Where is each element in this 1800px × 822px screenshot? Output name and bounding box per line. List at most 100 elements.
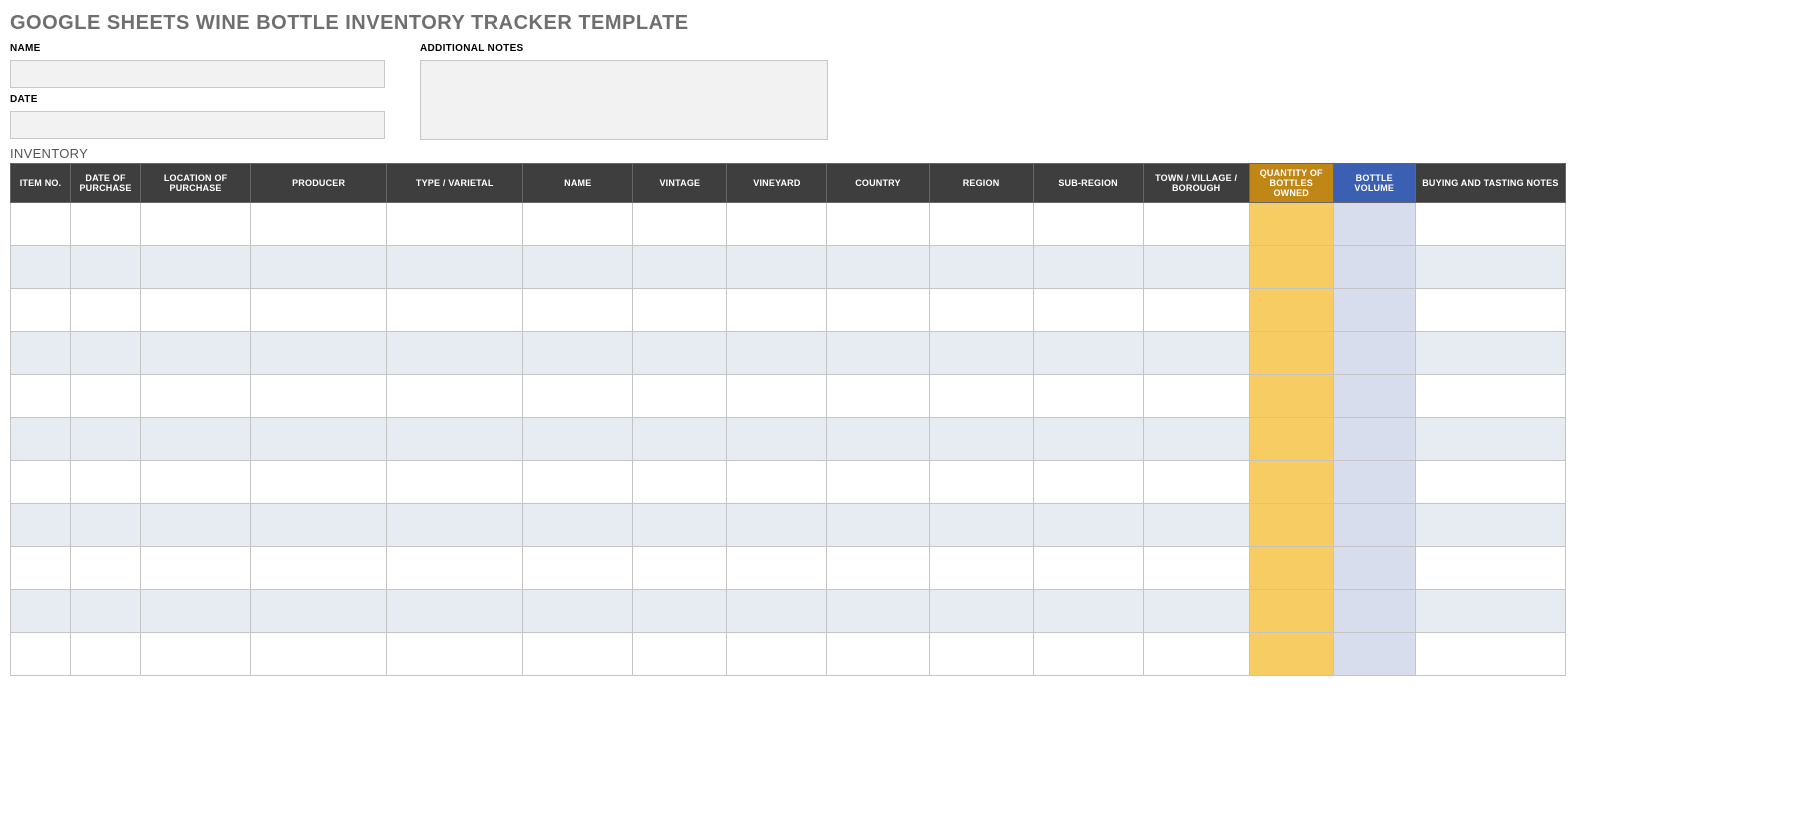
cell-type[interactable] [387, 633, 523, 676]
cell-name[interactable] [523, 590, 633, 633]
cell-item[interactable] [11, 246, 71, 289]
cell-town[interactable] [1143, 289, 1249, 332]
cell-viny[interactable] [727, 289, 827, 332]
cell-sreg[interactable] [1033, 633, 1143, 676]
cell-notes[interactable] [1415, 547, 1565, 590]
cell-loc[interactable] [141, 547, 251, 590]
cell-item[interactable] [11, 633, 71, 676]
cell-viny[interactable] [727, 332, 827, 375]
cell-notes[interactable] [1415, 418, 1565, 461]
cell-type[interactable] [387, 332, 523, 375]
cell-vol[interactable] [1333, 461, 1415, 504]
cell-item[interactable] [11, 332, 71, 375]
cell-ctry[interactable] [827, 504, 929, 547]
cell-vol[interactable] [1333, 547, 1415, 590]
cell-qty[interactable] [1249, 246, 1333, 289]
cell-vol[interactable] [1333, 504, 1415, 547]
cell-prod[interactable] [251, 418, 387, 461]
cell-vint[interactable] [633, 332, 727, 375]
cell-prod[interactable] [251, 504, 387, 547]
cell-vint[interactable] [633, 375, 727, 418]
cell-sreg[interactable] [1033, 332, 1143, 375]
cell-name[interactable] [523, 504, 633, 547]
cell-prod[interactable] [251, 375, 387, 418]
cell-dop[interactable] [71, 504, 141, 547]
cell-sreg[interactable] [1033, 504, 1143, 547]
cell-reg[interactable] [929, 547, 1033, 590]
cell-notes[interactable] [1415, 289, 1565, 332]
cell-vint[interactable] [633, 633, 727, 676]
cell-town[interactable] [1143, 633, 1249, 676]
cell-vol[interactable] [1333, 590, 1415, 633]
cell-sreg[interactable] [1033, 461, 1143, 504]
cell-sreg[interactable] [1033, 418, 1143, 461]
date-input[interactable] [10, 111, 385, 139]
cell-town[interactable] [1143, 332, 1249, 375]
cell-town[interactable] [1143, 547, 1249, 590]
cell-town[interactable] [1143, 246, 1249, 289]
cell-ctry[interactable] [827, 246, 929, 289]
cell-dop[interactable] [71, 590, 141, 633]
cell-viny[interactable] [727, 246, 827, 289]
cell-name[interactable] [523, 332, 633, 375]
cell-ctry[interactable] [827, 547, 929, 590]
cell-name[interactable] [523, 246, 633, 289]
cell-dop[interactable] [71, 332, 141, 375]
cell-dop[interactable] [71, 246, 141, 289]
cell-item[interactable] [11, 418, 71, 461]
cell-vint[interactable] [633, 547, 727, 590]
cell-ctry[interactable] [827, 633, 929, 676]
cell-town[interactable] [1143, 375, 1249, 418]
cell-ctry[interactable] [827, 590, 929, 633]
cell-vint[interactable] [633, 461, 727, 504]
cell-loc[interactable] [141, 375, 251, 418]
cell-loc[interactable] [141, 633, 251, 676]
cell-vol[interactable] [1333, 289, 1415, 332]
cell-loc[interactable] [141, 289, 251, 332]
cell-vint[interactable] [633, 246, 727, 289]
cell-qty[interactable] [1249, 547, 1333, 590]
cell-item[interactable] [11, 203, 71, 246]
cell-reg[interactable] [929, 461, 1033, 504]
cell-type[interactable] [387, 375, 523, 418]
cell-reg[interactable] [929, 203, 1033, 246]
cell-town[interactable] [1143, 504, 1249, 547]
cell-qty[interactable] [1249, 203, 1333, 246]
cell-reg[interactable] [929, 289, 1033, 332]
cell-viny[interactable] [727, 547, 827, 590]
cell-dop[interactable] [71, 203, 141, 246]
cell-reg[interactable] [929, 590, 1033, 633]
cell-dop[interactable] [71, 633, 141, 676]
cell-notes[interactable] [1415, 375, 1565, 418]
cell-item[interactable] [11, 289, 71, 332]
cell-vint[interactable] [633, 504, 727, 547]
cell-vol[interactable] [1333, 418, 1415, 461]
cell-notes[interactable] [1415, 332, 1565, 375]
cell-ctry[interactable] [827, 418, 929, 461]
cell-viny[interactable] [727, 590, 827, 633]
cell-viny[interactable] [727, 504, 827, 547]
cell-notes[interactable] [1415, 633, 1565, 676]
cell-prod[interactable] [251, 332, 387, 375]
cell-loc[interactable] [141, 418, 251, 461]
cell-ctry[interactable] [827, 289, 929, 332]
cell-prod[interactable] [251, 289, 387, 332]
cell-vol[interactable] [1333, 246, 1415, 289]
cell-notes[interactable] [1415, 590, 1565, 633]
cell-name[interactable] [523, 289, 633, 332]
cell-loc[interactable] [141, 590, 251, 633]
cell-prod[interactable] [251, 633, 387, 676]
cell-item[interactable] [11, 461, 71, 504]
cell-loc[interactable] [141, 461, 251, 504]
cell-vint[interactable] [633, 418, 727, 461]
cell-item[interactable] [11, 375, 71, 418]
cell-sreg[interactable] [1033, 246, 1143, 289]
cell-qty[interactable] [1249, 504, 1333, 547]
cell-type[interactable] [387, 418, 523, 461]
cell-dop[interactable] [71, 375, 141, 418]
cell-reg[interactable] [929, 633, 1033, 676]
cell-reg[interactable] [929, 332, 1033, 375]
cell-prod[interactable] [251, 590, 387, 633]
cell-viny[interactable] [727, 203, 827, 246]
cell-name[interactable] [523, 203, 633, 246]
